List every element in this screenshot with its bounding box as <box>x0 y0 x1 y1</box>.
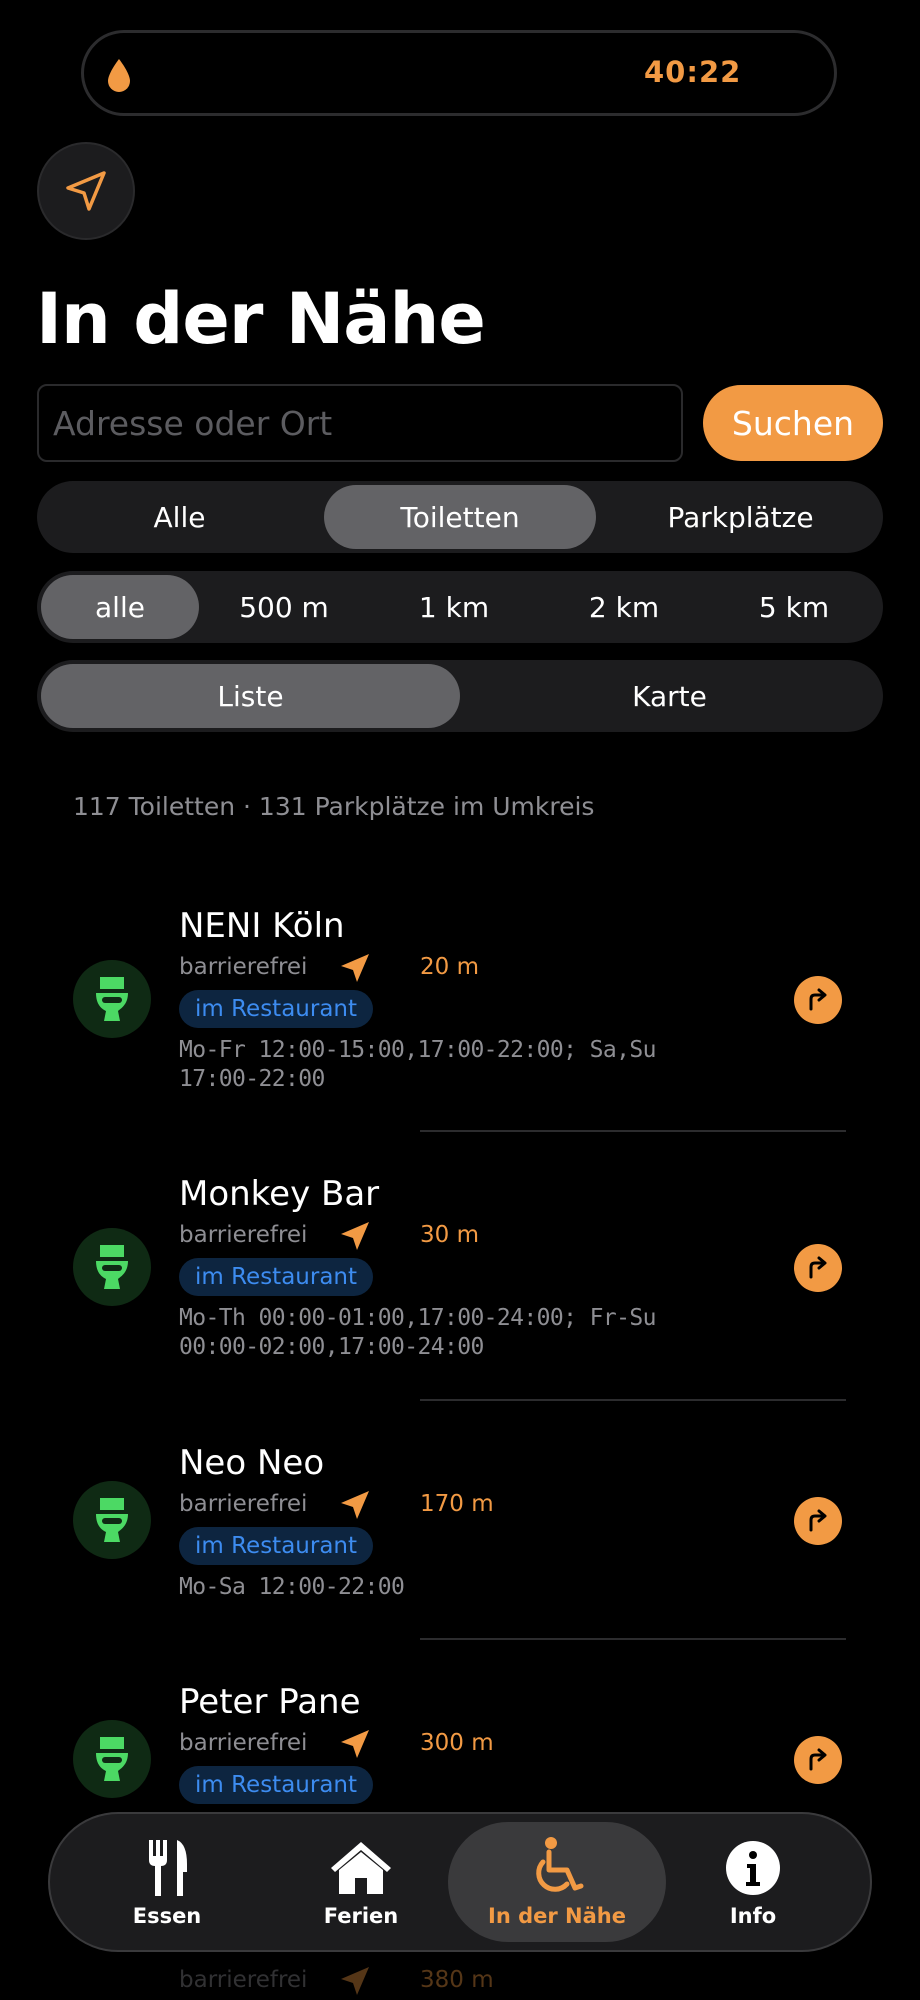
divider <box>420 1399 846 1401</box>
radius-500m[interactable]: 500 m <box>199 575 369 639</box>
place-tag: im Restaurant <box>179 990 374 1028</box>
place-access: barrierefrei <box>179 1967 308 1993</box>
tab-label: Ferien <box>323 1904 399 1928</box>
search-button[interactable]: Suchen <box>703 385 883 461</box>
turn-right-icon <box>809 1509 827 1532</box>
location-arrow-icon <box>341 1491 369 1519</box>
place-access: barrierefrei <box>179 954 308 980</box>
place-hours: Mo-Th 00:00-01:00,17:00-24:00; Fr-Su 00:… <box>179 1305 657 1360</box>
radius-2km[interactable]: 2 km <box>539 575 709 639</box>
house-icon <box>331 1842 391 1894</box>
turn-right-icon <box>809 988 827 1011</box>
fork-knife-icon <box>149 1840 187 1896</box>
location-button[interactable] <box>37 142 135 240</box>
status-island: 40:22 <box>81 30 837 116</box>
divider <box>420 1130 846 1132</box>
place-hours: Mo-Sa 12:00-22:00 <box>179 1574 405 1600</box>
toilet-icon <box>73 1720 151 1798</box>
directions-button[interactable] <box>794 1736 842 1784</box>
directions-button[interactable] <box>794 1497 842 1545</box>
radius-filter: alle 500 m 1 km 2 km 5 km <box>37 571 883 643</box>
place-tag: im Restaurant <box>179 1258 374 1296</box>
results-summary: 117 Toiletten · 131 Parkplätze im Umkrei… <box>73 792 595 821</box>
place-hours: Mo-Fr 12:00-15:00,17:00-22:00; Sa,Su 17:… <box>179 1037 657 1092</box>
place-distance: 300 m <box>420 1730 494 1756</box>
location-arrow-icon <box>341 954 369 982</box>
turn-right-icon <box>809 1256 827 1279</box>
toilet-icon <box>73 960 151 1038</box>
directions-button[interactable] <box>794 1244 842 1292</box>
tab-label: Info <box>729 1904 777 1928</box>
place-name: Monkey Bar <box>179 1174 380 1214</box>
place-name: Peter Pane <box>179 1682 361 1722</box>
place-access: barrierefrei <box>179 1730 308 1756</box>
location-arrow-icon <box>341 1222 369 1250</box>
radius-all[interactable]: alle <box>41 575 199 639</box>
tab-ferien[interactable]: Ferien <box>266 1822 456 1942</box>
location-arrow-icon <box>341 1730 369 1758</box>
location-arrow-icon <box>341 1967 369 1995</box>
tab-label: Essen <box>132 1904 202 1928</box>
divider <box>420 1638 846 1640</box>
category-all[interactable]: Alle <box>41 485 318 549</box>
turn-right-icon <box>809 1748 827 1771</box>
place-distance: 20 m <box>420 954 479 980</box>
info-icon <box>726 1841 780 1895</box>
tab-info[interactable]: Info <box>658 1822 848 1942</box>
place-distance: 170 m <box>420 1491 494 1517</box>
wheelchair-icon <box>536 1837 584 1892</box>
radius-5km[interactable]: 5 km <box>709 575 879 639</box>
place-access: barrierefrei <box>179 1491 308 1517</box>
tab-bar: Essen Ferien In der Nähe Info <box>48 1812 872 1952</box>
category-parking[interactable]: Parkplätze <box>602 485 879 549</box>
view-map[interactable]: Karte <box>460 664 879 728</box>
toilet-icon <box>73 1228 151 1306</box>
place-distance: 30 m <box>420 1222 479 1248</box>
tab-in-der-naehe[interactable]: In der Nähe <box>448 1822 666 1942</box>
place-tag: im Restaurant <box>179 1527 374 1565</box>
tab-essen[interactable]: Essen <box>72 1822 262 1942</box>
page-title: In der Nähe <box>36 278 486 360</box>
view-list[interactable]: Liste <box>41 664 460 728</box>
toilet-icon <box>73 1481 151 1559</box>
timer: 40:22 <box>644 55 742 89</box>
place-name: Neo Neo <box>179 1443 325 1483</box>
category-filter: Alle Toiletten Parkplätze <box>37 481 883 553</box>
radius-1km[interactable]: 1 km <box>369 575 539 639</box>
search-input[interactable] <box>37 384 683 462</box>
place-name: NENI Köln <box>179 906 345 946</box>
category-toilets[interactable]: Toiletten <box>324 485 596 549</box>
tab-label: In der Nähe <box>488 1904 626 1928</box>
location-arrow-icon <box>66 171 106 211</box>
place-distance: 380 m <box>420 1967 494 1993</box>
place-tag: im Restaurant <box>179 1766 374 1804</box>
directions-button[interactable] <box>794 976 842 1024</box>
drop-icon <box>108 59 130 92</box>
place-access: barrierefrei <box>179 1222 308 1248</box>
view-filter: Liste Karte <box>37 660 883 732</box>
